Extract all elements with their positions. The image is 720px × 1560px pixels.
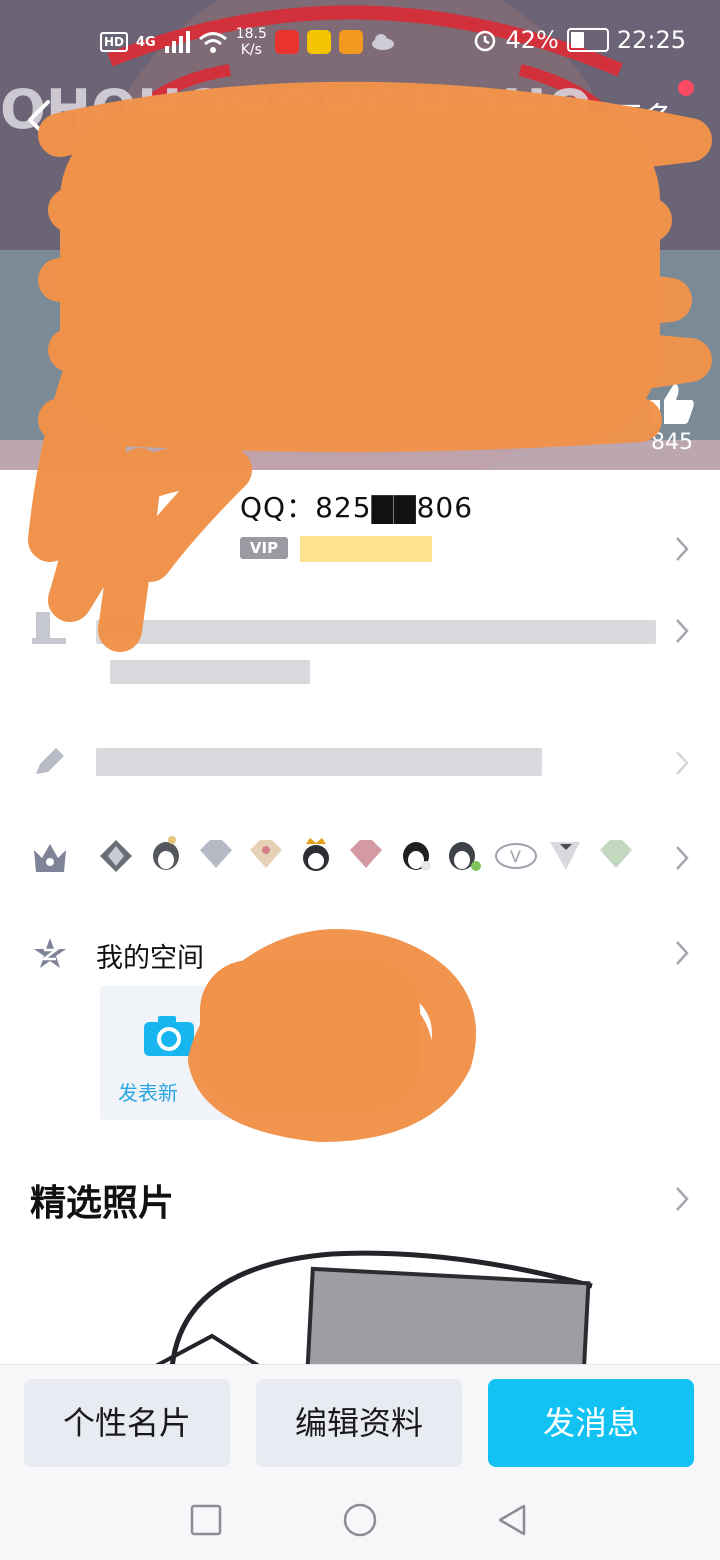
send-message-button[interactable]: 发消息 bbox=[488, 1379, 694, 1467]
thumbs-up-icon bbox=[650, 384, 694, 424]
alarm-icon bbox=[475, 30, 496, 52]
app-notification-icon bbox=[338, 30, 363, 54]
personal-card-button[interactable]: 个性名片 bbox=[24, 1379, 230, 1467]
camera-icon bbox=[144, 1016, 194, 1056]
like-count: 845 bbox=[651, 430, 693, 455]
pencil-icon bbox=[36, 748, 64, 774]
featured-photo[interactable] bbox=[32, 1246, 688, 1368]
qr-code-icon[interactable] bbox=[534, 100, 578, 136]
medal-penguin-2 bbox=[403, 842, 431, 871]
chevron-right-icon[interactable] bbox=[672, 938, 692, 968]
featured-photos-title: 精选照片 bbox=[30, 1183, 175, 1224]
location-icon bbox=[32, 612, 66, 644]
netease-music-icon bbox=[274, 30, 299, 54]
edit-profile-button[interactable]: 编辑资料 bbox=[256, 1379, 462, 1467]
medal-penguin-3 bbox=[449, 842, 481, 871]
chevron-right-icon[interactable] bbox=[672, 616, 692, 646]
battery-icon bbox=[566, 28, 609, 52]
more-button[interactable]: 更多 bbox=[610, 96, 674, 142]
cover-text: OHOHOHOHOHOHO bbox=[0, 78, 593, 141]
qq-number: QQ：825▇▇806 bbox=[240, 491, 474, 524]
my-space-title[interactable]: 我的空间 bbox=[96, 936, 204, 975]
medal-v-cloud: V bbox=[495, 843, 537, 869]
wifi-icon bbox=[198, 32, 227, 53]
medal-diamond-1 bbox=[200, 840, 232, 868]
chevron-right-icon[interactable] bbox=[672, 748, 692, 778]
chevron-right-icon[interactable] bbox=[672, 1184, 692, 1214]
medal-tuxedo bbox=[550, 842, 580, 870]
signature-blurred bbox=[96, 748, 542, 776]
svg-text:V: V bbox=[510, 847, 521, 866]
medal-diamond-green bbox=[600, 840, 632, 868]
signal-icon bbox=[164, 31, 190, 53]
circle-nav-icon[interactable] bbox=[342, 1502, 378, 1538]
net-speed: 18.5 K/s bbox=[236, 26, 267, 58]
medal-penguin-crown bbox=[303, 838, 329, 871]
profile-detail-blurred bbox=[96, 620, 656, 644]
featured-photo-image bbox=[32, 1246, 688, 1368]
post-new-label[interactable]: 发表新 bbox=[118, 1077, 178, 1106]
square-nav-icon[interactable] bbox=[188, 1502, 224, 1538]
battery-percent: 42% bbox=[505, 26, 559, 54]
mail-icon bbox=[306, 30, 331, 54]
profile-detail-blurred-2 bbox=[110, 660, 310, 684]
network-type: 4G bbox=[136, 34, 156, 50]
system-nav-bar bbox=[0, 1480, 720, 1560]
z-star-icon bbox=[34, 938, 66, 968]
net-speed-unit: K/s bbox=[240, 42, 262, 58]
cloud-icon bbox=[371, 34, 394, 50]
net-speed-value: 18.5 bbox=[235, 26, 267, 42]
action-bar: 个性名片 编辑资料 发消息 bbox=[0, 1364, 720, 1481]
vip-level-blurred bbox=[300, 536, 432, 562]
profile-cover: OHOHOHOHOHOHO HD 4G 18.5 K/s 42% 22:25 更… bbox=[0, 0, 720, 470]
like-button[interactable]: 845 bbox=[646, 382, 698, 462]
vip-badge: VIP bbox=[240, 537, 288, 559]
chevron-right-icon[interactable] bbox=[672, 843, 692, 873]
medal-wall[interactable]: V bbox=[0, 826, 720, 886]
chevron-right-icon[interactable] bbox=[672, 534, 692, 564]
medal-silver-crown bbox=[100, 840, 132, 872]
medal-diamond-heart bbox=[250, 840, 282, 868]
triangle-back-nav-icon[interactable] bbox=[494, 1502, 530, 1538]
medal-diamond-pink bbox=[350, 840, 382, 868]
status-bar: HD 4G 18.5 K/s 42% 22:25 bbox=[0, 0, 720, 84]
hd-badge: HD bbox=[100, 32, 129, 52]
notification-dot bbox=[678, 80, 694, 96]
clock: 22:25 bbox=[616, 26, 686, 54]
back-arrow-icon[interactable] bbox=[20, 98, 60, 142]
medal-penguin-1 bbox=[153, 836, 179, 870]
